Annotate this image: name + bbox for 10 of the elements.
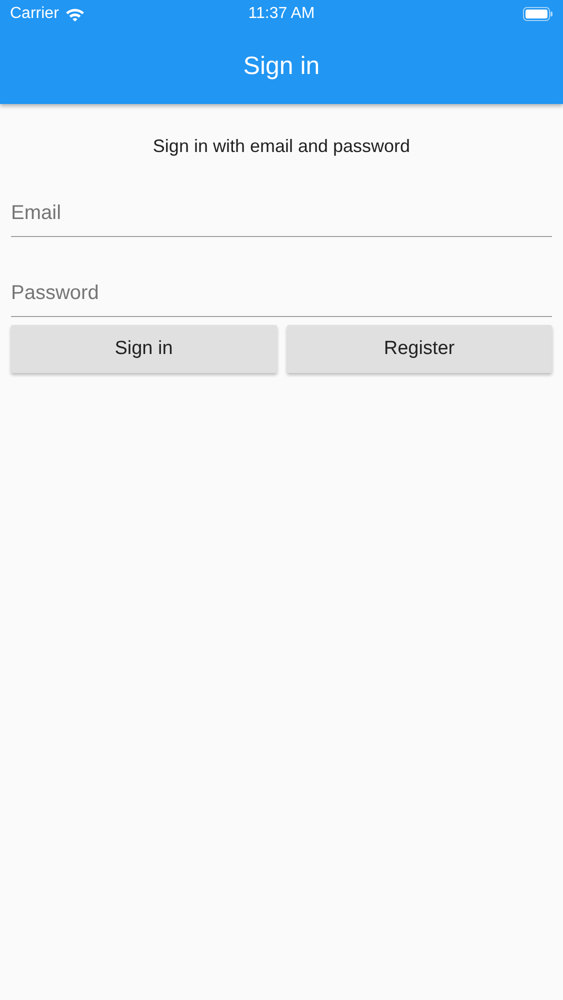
instruction-text: Sign in with email and password [152, 135, 412, 157]
password-field[interactable]: Password [11, 259, 552, 317]
register-button[interactable]: Register [286, 325, 552, 373]
app-bar-title: Sign in [243, 52, 320, 80]
status-time: 11:37 AM [248, 5, 315, 23]
sign-in-button[interactable]: Sign in [11, 325, 276, 373]
email-field[interactable]: Email [11, 179, 552, 237]
wifi-icon [64, 6, 85, 22]
carrier-name: Carrier [10, 5, 59, 23]
battery-icon [523, 7, 553, 21]
